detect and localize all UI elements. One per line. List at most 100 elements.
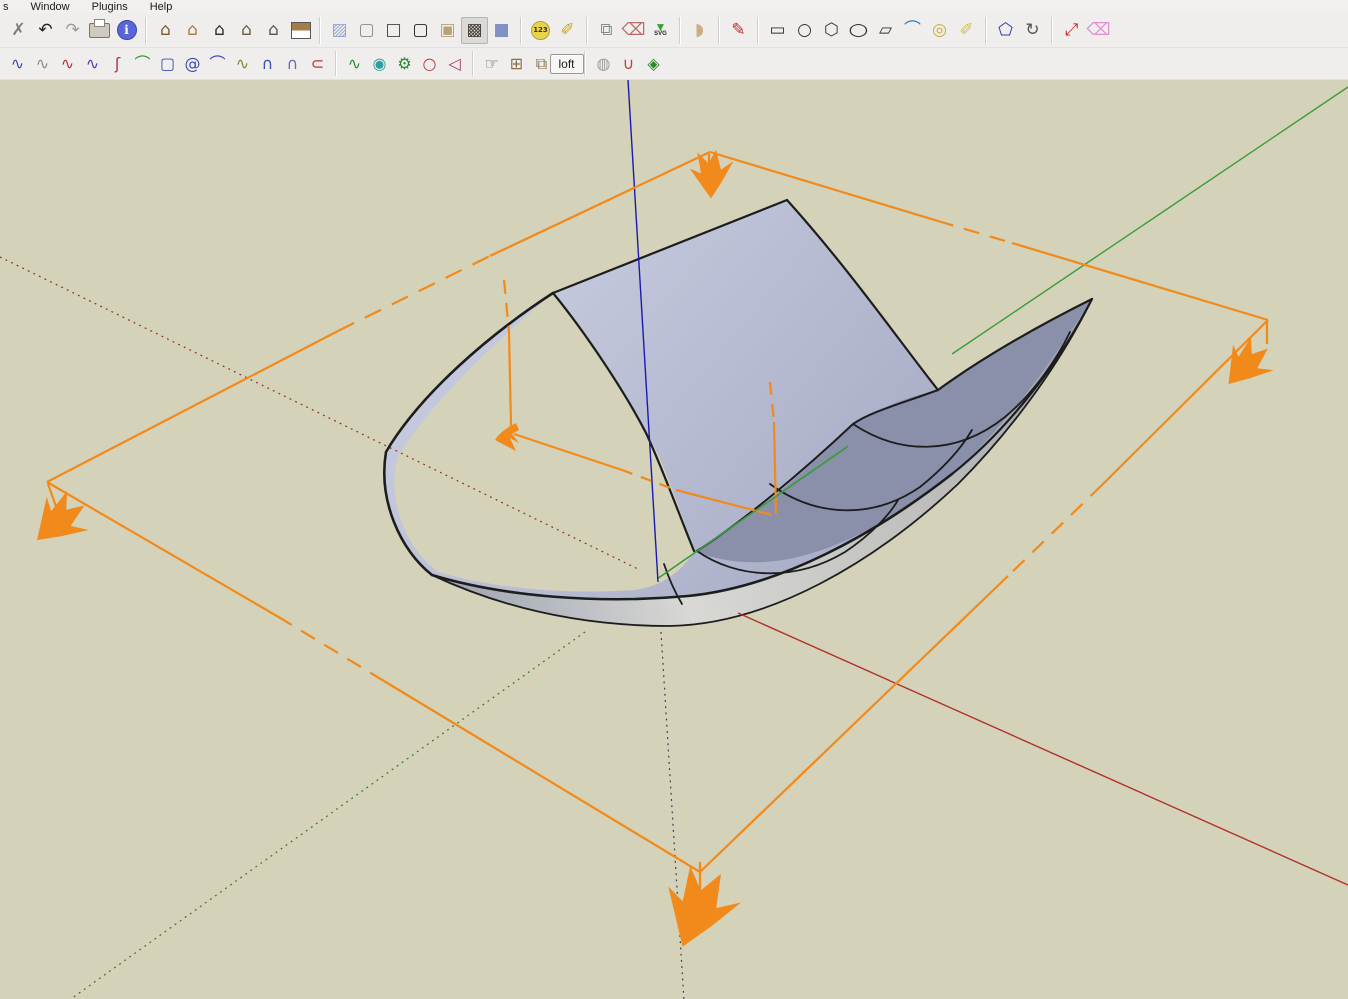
extrude-loop-circle-button[interactable]: ◎ [926, 17, 953, 44]
convert-wrench-button[interactable]: ⚙ [392, 51, 417, 76]
extrude-loop-brush-button[interactable]: ✐ [953, 17, 980, 44]
menu-window[interactable]: Window [31, 1, 70, 13]
extrude-circle-button[interactable]: ○ [791, 17, 818, 44]
toolbar-bezier-curviloft: ∿∿∿∿ʃ⌒▢@⌒∿∩∩⊂∿◉⚙○◁☞⊞⧉loft◍∪◈ [0, 48, 1348, 80]
svg-export-icon: ▼SVG [654, 23, 667, 37]
print-button[interactable] [86, 17, 113, 44]
view-iso-icon: ⌂ [160, 22, 171, 39]
facestyle-hidden-line-icon: ▢ [412, 22, 428, 39]
extrude-ellipse-button[interactable]: ○ [845, 17, 872, 44]
bezier-polyline-red-button[interactable]: ∿ [55, 51, 80, 76]
group-cubes-icon: ⧉ [600, 22, 612, 39]
component-report-button[interactable]: ⊞ [504, 51, 529, 76]
tape-measure-button[interactable]: ✐ [554, 17, 581, 44]
edit-polygon-button[interactable]: ⬠ [992, 17, 1019, 44]
loop-erase-button[interactable]: ⌫ [1085, 17, 1112, 44]
dimension-123-button[interactable]: 123 [527, 17, 554, 44]
extrude-curve-icon: ⌒ [904, 22, 921, 39]
sandbox-surface-button[interactable]: ◗ [686, 17, 713, 44]
toolbar-main: ✗↶↷i⌂⌂⌂⌂⌂▨▢□▢▣▩■123✐⧉⌫▼SVG◗✎▭○⬡○▱⌒◎✐⬠↻⤢⌫ [0, 13, 1348, 48]
menu-plugins[interactable]: Plugins [92, 1, 128, 13]
polyline-nodes-icon: ∿ [348, 56, 361, 72]
curviloft-skeleton-button[interactable]: ◈ [641, 51, 666, 76]
bezier-arc-green-button[interactable]: ⌒ [130, 51, 155, 76]
circle-nodes-button[interactable]: ◉ [367, 51, 392, 76]
curviloft-skeleton-icon: ◈ [647, 56, 659, 72]
sketchup-window: sWindowPluginsHelp ✗↶↷i⌂⌂⌂⌂⌂▨▢□▢▣▩■123✐⧉… [0, 0, 1348, 999]
bezier-hook-button[interactable]: ∩ [255, 51, 280, 76]
bezier-arc-blue-icon: ⌒ [209, 56, 225, 72]
bezier-arc-blue-button[interactable]: ⌒ [205, 51, 230, 76]
freehand-pen-icon: ✎ [731, 22, 745, 39]
view-left-icon: ⌂ [268, 22, 279, 39]
extrude-parallelogram-icon: ▱ [879, 22, 892, 39]
curviloft-skin-button[interactable]: ◍ [591, 51, 616, 76]
bezier-polyline-button[interactable]: ∿ [5, 51, 30, 76]
bezier-arc-red-button[interactable]: ⊂ [305, 51, 330, 76]
dimension-123-icon: 123 [531, 21, 550, 40]
view-back-button[interactable]: ⌂ [233, 17, 260, 44]
menu-bar: s Window Plugins Help [0, 0, 1348, 13]
extrude-polygon-button[interactable]: ⬡ [818, 17, 845, 44]
extrude-rectangle-button[interactable]: ▭ [764, 17, 791, 44]
facestyle-back-edges-button[interactable]: ▢ [353, 17, 380, 44]
facestyle-xray-button[interactable]: ▨ [326, 17, 353, 44]
edit-polygon-icon: ⬠ [998, 22, 1013, 39]
menu-tools-partial[interactable]: s [3, 1, 9, 13]
loft-button[interactable]: loft [554, 51, 579, 76]
eraser-button[interactable]: ⌫ [620, 17, 647, 44]
extrude-parallelogram-button[interactable]: ▱ [872, 17, 899, 44]
view-iso-button[interactable]: ⌂ [152, 17, 179, 44]
view-right-icon: ⌂ [187, 22, 198, 39]
facestyle-textured-button[interactable]: ▩ [461, 17, 488, 44]
bezier-hook2-button[interactable]: ∩ [280, 51, 305, 76]
bezier-spiral-button[interactable]: @ [180, 51, 205, 76]
undo-icon: ↶ [38, 22, 52, 39]
tape-measure-icon: ✐ [560, 22, 574, 39]
facestyle-shaded-icon: ▣ [439, 22, 455, 39]
loop-rotate-button[interactable]: ↻ [1019, 17, 1046, 44]
model-info-button[interactable]: i [113, 17, 140, 44]
view-top-button[interactable] [287, 17, 314, 44]
stretch-move-button[interactable]: ⤢ [1058, 17, 1085, 44]
view-right-button[interactable]: ⌂ [179, 17, 206, 44]
facestyle-wireframe-icon: □ [385, 22, 401, 39]
group-cubes-button[interactable]: ⧉ [593, 17, 620, 44]
freehand-pen-button[interactable]: ✎ [725, 17, 752, 44]
delete-button[interactable]: ✗ [5, 17, 32, 44]
curviloft-loft-spline-button[interactable]: ∪ [616, 51, 641, 76]
bezier-polyline-olive-button[interactable]: ∿ [230, 51, 255, 76]
loop-rotate-icon: ↻ [1025, 22, 1039, 39]
extrude-ellipse-icon: ○ [848, 22, 868, 39]
facestyle-wireframe-button[interactable]: □ [380, 17, 407, 44]
extrude-curve-button[interactable]: ⌒ [899, 17, 926, 44]
facestyle-textured-icon: ▩ [466, 22, 482, 39]
facestyle-shaded-button[interactable]: ▣ [434, 17, 461, 44]
closed-loop-button[interactable]: ○ [417, 51, 442, 76]
redo-button[interactable]: ↷ [59, 17, 86, 44]
polyline-nodes-button[interactable]: ∿ [342, 51, 367, 76]
undo-button[interactable]: ↶ [32, 17, 59, 44]
bezier-polyline-olive-icon: ∿ [236, 56, 249, 72]
eraser-icon: ⌫ [621, 22, 645, 39]
extrude-circle-icon: ○ [797, 22, 812, 39]
bezier-hook-icon: ∩ [262, 56, 274, 72]
closed-teardrop-button[interactable]: ◁ [442, 51, 467, 76]
view-back-icon: ⌂ [241, 22, 252, 39]
pan-hand-button[interactable]: ☞ [479, 51, 504, 76]
bezier-spline-button[interactable]: ∿ [80, 51, 105, 76]
bezier-roundrect-button[interactable]: ▢ [155, 51, 180, 76]
facestyle-hidden-line-button[interactable]: ▢ [407, 17, 434, 44]
bezier-spiral-icon: @ [185, 56, 201, 72]
view-front-button[interactable]: ⌂ [206, 17, 233, 44]
pan-hand-icon: ☞ [484, 56, 498, 72]
bezier-edit-button[interactable]: ∿ [30, 51, 55, 76]
model-viewport[interactable] [0, 80, 1348, 999]
bezier-scurve-icon: ʃ [115, 56, 120, 72]
svg-export-button[interactable]: ▼SVG [647, 17, 674, 44]
facestyle-monochrome-button[interactable]: ■ [488, 17, 515, 44]
menu-help[interactable]: Help [150, 1, 173, 13]
view-left-button[interactable]: ⌂ [260, 17, 287, 44]
bezier-scurve-button[interactable]: ʃ [105, 51, 130, 76]
bezier-arc-green-icon: ⌒ [134, 56, 150, 72]
